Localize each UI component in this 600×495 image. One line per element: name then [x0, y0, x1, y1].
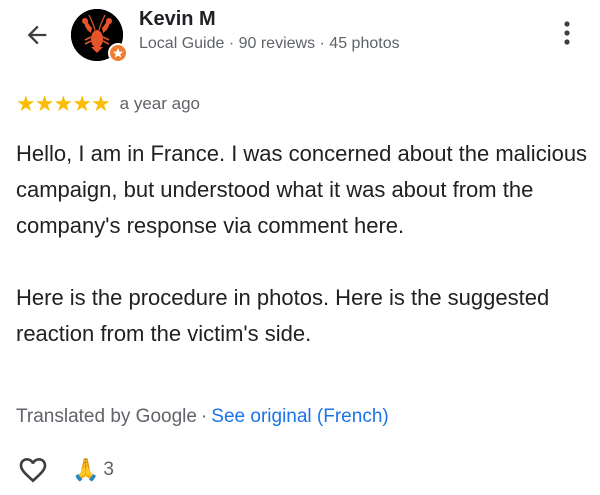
local-guide-badge	[108, 43, 128, 63]
translated-by-label: Translated by Google	[16, 406, 197, 427]
avatar[interactable]	[71, 9, 128, 63]
review-paragraph: Hello, I am in France. I was concerned a…	[16, 141, 588, 238]
reviewer-meta: Local Guide · 90 reviews · 45 photos	[139, 35, 400, 52]
star-rating: ★ ★ ★ ★ ★	[16, 91, 111, 116]
star-icon: ★	[72, 91, 92, 116]
review-text: Hello, I am in France. I was concerned a…	[16, 136, 588, 352]
review-date: a year ago	[119, 94, 201, 113]
review-paragraph: Here is the procedure in photos. Here is…	[16, 285, 550, 346]
folded-hands-icon: 🙏	[72, 457, 100, 482]
back-button[interactable]	[20, 18, 54, 52]
actions-row: 🙏 3	[16, 453, 114, 487]
local-guide-star-badge	[113, 48, 123, 58]
like-button[interactable]	[16, 453, 50, 487]
reaction-chip[interactable]: 🙏 3	[72, 459, 114, 481]
reaction-count: 3	[103, 459, 114, 480]
star-icon: ★	[90, 91, 111, 116]
reviewer-name[interactable]: Kevin M	[139, 8, 216, 31]
heart-outline-icon	[19, 458, 47, 483]
separator-dot: ·	[200, 406, 208, 427]
star-icon: ★	[53, 91, 73, 116]
star-icon: ★	[34, 91, 55, 116]
see-original-link[interactable]: See original (French)	[211, 406, 388, 427]
more-options-button[interactable]	[555, 16, 579, 50]
more-vert-icon	[564, 21, 570, 45]
arrow-left-icon	[27, 25, 47, 45]
rating-row: ★ ★ ★ ★ ★ a year ago	[16, 93, 200, 115]
star-icon: ★	[16, 91, 36, 116]
translation-row: Translated by Google · See original (Frenc…	[16, 406, 389, 428]
